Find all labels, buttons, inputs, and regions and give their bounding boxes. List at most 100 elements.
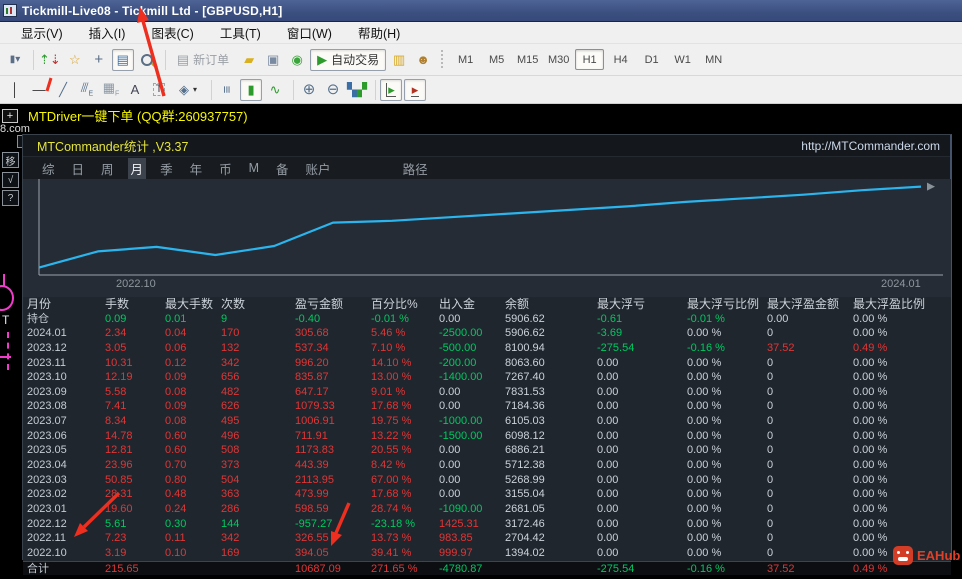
table-cell: 0.00 % [853, 415, 888, 428]
menu-item[interactable]: 图表(C) [138, 21, 206, 44]
new-chart-icon[interactable]: ⇡⇣ [38, 49, 62, 71]
table-cell: -4780.87 [439, 562, 483, 575]
timeframe-button-m15[interactable]: M15 [513, 49, 542, 70]
line-chart-button[interactable]: ∿ [264, 79, 286, 101]
deposit-icon[interactable]: ▥ [388, 49, 410, 71]
panel-url-link[interactable]: http://MTCommander.com [801, 139, 940, 153]
chart-type-dropdown[interactable]: ▮▾ [4, 49, 26, 71]
new-order-button[interactable]: ▤ 新订单 [170, 49, 236, 71]
table-cell: 2023.03 [27, 473, 67, 486]
table-total-row: 合计 215.65 10687.09 271.65 % -4780.87 -275.54 -… [23, 560, 951, 576]
stats-tab-季[interactable]: 季 [157, 158, 176, 179]
zoom-out-button[interactable]: ⊖ [322, 79, 344, 101]
timeframe-button-m30[interactable]: M30 [544, 49, 573, 70]
table-row: 2022.12 5.61 0.30 144 -957.27 -23.18 % 1425.31… [27, 517, 951, 532]
stats-tab-综[interactable]: 综 [39, 158, 58, 179]
signals-icon[interactable]: ◉ [286, 49, 308, 71]
table-cell: 0.00 % [853, 429, 888, 442]
bar-chart-button[interactable]: ≡ [216, 79, 238, 101]
stats-tab-备[interactable]: 备 [273, 158, 292, 179]
auto-scroll-button[interactable]: ▸ [380, 78, 403, 101]
timeframe-button-d1[interactable]: D1 [637, 49, 666, 70]
stats-tab-日[interactable]: 日 [69, 158, 88, 179]
table-cell: -0.40 [295, 312, 321, 325]
horizontal-line-tool[interactable]: — [28, 79, 50, 101]
table-cell: 0.00 [597, 517, 619, 530]
stats-tab-年[interactable]: 年 [187, 158, 206, 179]
shapes-tool-dropdown[interactable]: ◈ ▾ [172, 79, 204, 101]
title-bar[interactable]: Tickmill-Live08 - Tickmill Ltd - [GBPUSD… [0, 0, 962, 22]
panel-confirm-button[interactable]: √ [2, 172, 19, 188]
label-tool[interactable]: T [148, 79, 170, 101]
panel-help-button[interactable]: ? [2, 190, 19, 206]
timeframe-button-mn[interactable]: MN [699, 49, 728, 70]
table-cell: 8.34 [105, 415, 127, 428]
fibonacci-tool[interactable]: ▦F [100, 79, 122, 101]
table-cell: 持仓 [27, 312, 49, 325]
stats-tab-账户[interactable]: 账户 [303, 158, 334, 179]
table-cell: 0.00 % [687, 517, 722, 530]
new-order-label: 新订单 [193, 53, 230, 67]
table-cell: 999.97 [439, 546, 473, 559]
expert-advisors-icon[interactable]: ▣ [262, 49, 284, 71]
text-tool[interactable]: A [124, 79, 146, 101]
trendline-tool[interactable]: ╱ [52, 79, 74, 101]
table-cell: 6105.03 [505, 415, 545, 428]
table-cell: 7184.36 [505, 400, 545, 413]
mtdriver-expand-button[interactable]: + [2, 108, 18, 123]
table-cell: 0.00 [439, 488, 461, 501]
table-cell: 2023.01 [27, 502, 67, 515]
table-cell: 7.41 [105, 400, 127, 413]
stats-tab-月[interactable]: 月 [127, 157, 147, 179]
profiles-icon[interactable]: ☆ [64, 49, 86, 71]
column-header: 最大手数 [165, 297, 214, 311]
tile-windows-button[interactable]: ▚▞ [346, 79, 368, 101]
table-cell: 0.00 % [687, 385, 722, 398]
toolbar-grip[interactable] [439, 49, 447, 70]
table-cell: 0 [767, 488, 774, 501]
eraser-icon[interactable]: ▰ [238, 49, 260, 71]
cursor-tool[interactable]: │ [4, 79, 26, 101]
table-cell: 0.00 % [853, 488, 888, 501]
menu-item[interactable]: 帮助(H) [345, 21, 413, 44]
equidistant-channel-tool[interactable]: ⫻E [76, 79, 98, 101]
stats-tab-M[interactable]: M [246, 160, 262, 176]
table-cell: 0 [767, 532, 774, 545]
menu-item[interactable]: 显示(V) [8, 21, 76, 44]
data-window-icon[interactable]: ▤ [111, 48, 134, 71]
table-row: 2023.11 10.31 0.12 342 996.20 14.10 % -200.00 8… [27, 356, 951, 371]
panel-move-button[interactable]: 移 [2, 152, 19, 168]
table-cell: 647.17 [295, 385, 329, 398]
market-watch-icon[interactable] [136, 49, 158, 71]
table-cell: 394.05 [295, 546, 329, 559]
toolbar-separator [205, 79, 213, 100]
autotrade-button[interactable]: ▶ 自动交易 [310, 48, 387, 71]
timeframe-button-h1[interactable]: H1 [575, 49, 605, 70]
chart-shift-button[interactable]: ▸ [404, 78, 427, 101]
timeframe-button-h4[interactable]: H4 [606, 49, 635, 70]
table-cell: 67.00 % [371, 473, 412, 486]
table-row: 2023.01 19.60 0.24 286 598.59 28.74 % -1090.00… [27, 502, 951, 517]
toolbar-separator [159, 49, 166, 70]
table-row: 2023.02 28.31 0.48 363 473.99 17.68 % 0.00 3155… [27, 487, 951, 502]
table-cell: -1000.00 [439, 415, 483, 428]
table-row: 2023.08 7.41 0.09 626 1079.33 17.68 % 0.00 7184… [27, 399, 951, 414]
menu-item[interactable]: 插入(I) [76, 21, 139, 44]
crosshair-icon[interactable]: + [88, 49, 110, 71]
timeframe-button-m1[interactable]: M1 [451, 49, 480, 70]
table-cell: 0.49 % [853, 341, 888, 354]
candlestick-chart-button[interactable]: ▮ [240, 78, 263, 101]
menu-item[interactable]: 工具(T) [207, 21, 274, 44]
timeframe-button-w1[interactable]: W1 [668, 49, 697, 70]
zoom-in-button[interactable]: ⊕ [298, 79, 320, 101]
community-icon[interactable]: ☻ [412, 49, 434, 71]
stats-tab-币[interactable]: 币 [216, 158, 235, 179]
stats-tab-周[interactable]: 周 [98, 158, 117, 179]
timeframe-button-m5[interactable]: M5 [482, 49, 511, 70]
chart-drawing-dashes [7, 332, 9, 370]
menu-item[interactable]: 窗口(W) [274, 21, 345, 44]
table-cell: 2023.05 [27, 444, 67, 457]
table-cell: 0.00 % [853, 312, 888, 325]
table-cell: 0.00 % [853, 502, 888, 515]
stats-tab-path[interactable]: 路径 [403, 159, 428, 178]
